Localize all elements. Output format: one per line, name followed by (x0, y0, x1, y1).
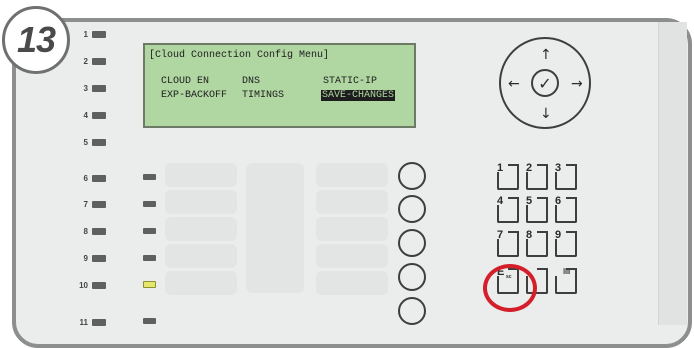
led-indicator (92, 254, 106, 262)
key-6[interactable]: 6 (555, 195, 581, 223)
zone-led-4 (143, 255, 156, 261)
led-indicator (92, 174, 106, 182)
zone-led-2 (143, 201, 156, 207)
step-badge: 13 (2, 6, 70, 74)
status-led-11: 11 (76, 315, 106, 329)
arrow-down-button[interactable]: ↓ (540, 107, 552, 121)
zone-led-active (143, 281, 156, 288)
led-indicator (92, 84, 106, 92)
menu-item-save-changes[interactable]: SAVE-CHANGES (321, 90, 396, 101)
step-number: 13 (16, 19, 56, 60)
zone-led-3 (143, 228, 156, 234)
function-button-1[interactable] (398, 162, 426, 190)
key-frame (555, 164, 577, 190)
label-slot (316, 217, 388, 241)
status-led-7: 7 (76, 197, 106, 211)
navigation-pad: ↑ ↓ ← → ✓ (499, 37, 591, 129)
zone-led-1 (143, 174, 156, 180)
status-led-1: 1 (76, 27, 106, 41)
key-8[interactable]: 8 (526, 229, 552, 257)
menu-item-dns[interactable]: DNS (242, 76, 260, 87)
arrow-left-button[interactable]: ← (508, 77, 520, 91)
label-slot (316, 190, 388, 214)
label-slot (316, 244, 388, 268)
key-frame (526, 231, 548, 257)
menu-item-exp-backoff[interactable]: EXP-BACKOFF (161, 90, 227, 101)
menu-item-static-ip[interactable]: STATIC-IP (323, 76, 377, 87)
label-slot (316, 163, 388, 187)
status-led-8: 8 (76, 224, 106, 238)
key-1[interactable]: 1 (497, 162, 523, 190)
label-slot (165, 163, 237, 187)
status-led-6: 6 (76, 171, 106, 185)
key-frame (555, 197, 577, 223)
arrow-right-button[interactable]: → (571, 77, 583, 91)
key-frame (526, 164, 548, 190)
ok-button[interactable]: ✓ (531, 69, 559, 97)
checkmark-icon: ✓ (538, 73, 552, 93)
zone-led-6 (143, 318, 156, 324)
led-indicator (92, 138, 106, 146)
menu-item-cloud-en[interactable]: CLOUD EN (161, 76, 209, 87)
key-4[interactable]: 4 (497, 195, 523, 223)
status-led-10: 10 (76, 278, 106, 292)
label-slot (316, 271, 388, 295)
label-slot (165, 244, 237, 268)
status-led-4: 4 (76, 108, 106, 122)
key-7[interactable]: 7 (497, 229, 523, 257)
label-slot-tall (246, 163, 304, 293)
key-frame (555, 231, 577, 257)
key-2[interactable]: 2 (526, 162, 552, 190)
key-5[interactable]: 5 (526, 195, 552, 223)
function-button-5[interactable] (398, 297, 426, 325)
panel-edge (658, 22, 687, 325)
status-led-5: 5 (76, 135, 106, 149)
arrow-up-button[interactable]: ↑ (540, 48, 552, 62)
key-9[interactable]: 9 (555, 229, 581, 257)
led-indicator (92, 30, 106, 38)
led-indicator (92, 57, 106, 65)
led-indicator (92, 200, 106, 208)
status-led-3: 3 (76, 81, 106, 95)
status-led-2: 2 (76, 54, 106, 68)
key-frame (497, 164, 519, 190)
status-led-9: 9 (76, 251, 106, 265)
key-frame (497, 231, 519, 257)
led-indicator (92, 318, 106, 326)
function-button-2[interactable] (398, 195, 426, 223)
lcd-display: [Cloud Connection Config Menu] CLOUD EN … (143, 43, 416, 128)
key-frame (526, 197, 548, 223)
key-frame (555, 268, 577, 294)
function-button-3[interactable] (398, 229, 426, 257)
help-key[interactable]: ▤ (555, 266, 581, 294)
label-slot (165, 190, 237, 214)
function-button-4[interactable] (398, 263, 426, 291)
lcd-menu-title: [Cloud Connection Config Menu] (149, 50, 330, 61)
led-indicator (92, 111, 106, 119)
highlight-ring (483, 264, 537, 312)
led-indicator (92, 281, 106, 289)
key-frame (497, 197, 519, 223)
key-3[interactable]: 3 (555, 162, 581, 190)
menu-item-timings[interactable]: TIMINGS (242, 90, 284, 101)
led-indicator (92, 227, 106, 235)
label-slot (165, 217, 237, 241)
label-slot (165, 271, 237, 295)
